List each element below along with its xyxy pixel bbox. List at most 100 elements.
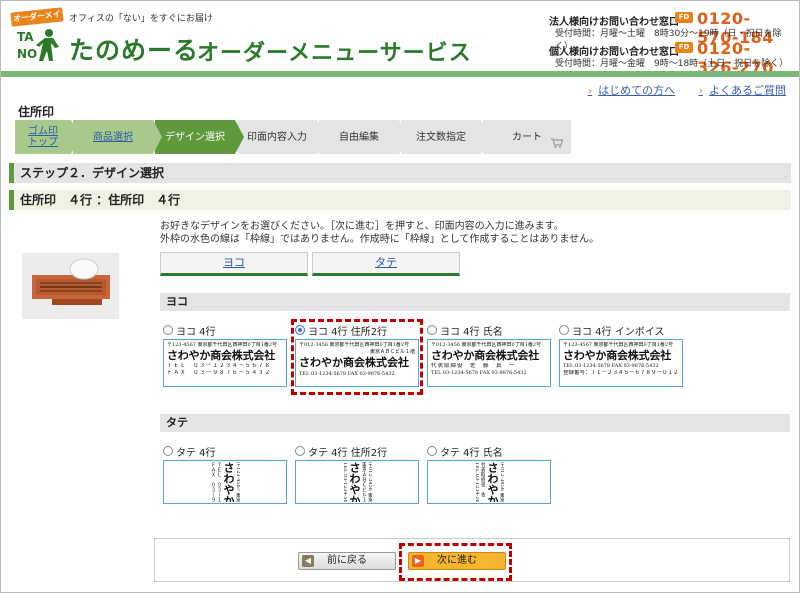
next-button-highlight — [399, 543, 512, 581]
step-label: 商品選択 — [93, 131, 133, 143]
design-preview[interactable]: 〒012-3456 東京都千代田区西神田0丁目1番2号 さわやか商会株式会社 代… — [427, 339, 551, 387]
design-option[interactable]: タテ 4行 氏名 TEL 03-1234-5678 FAX 03-9876-54… — [427, 444, 553, 504]
option-label: ヨコ 4行 氏名 — [440, 326, 503, 338]
page-title: 住所印 — [18, 105, 55, 119]
selection-highlight — [291, 319, 423, 395]
arrow-icon: › — [698, 84, 703, 97]
step-quantity: 注文数指定 — [401, 120, 490, 154]
svg-text:NO: NO — [17, 47, 37, 61]
preview-company: さわやか商会株式会社 — [222, 462, 234, 502]
design-option[interactable]: ヨコ 4行 インボイス 〒123-4567 東京都千代田区西神田0丁目1番2号 … — [559, 323, 685, 387]
preview-telfax: TEL 03-1234-5678 FAX 03-9876-5432 — [563, 363, 659, 369]
step-cart: カート — [483, 120, 571, 154]
radio-button[interactable] — [427, 325, 437, 335]
tanomail-logo-icon[interactable]: TA NO — [15, 27, 61, 63]
design-preview-vertical[interactable]: TEL 03-1234-5678 FAX 03-9876-5432 さわやか商会… — [295, 460, 419, 504]
instruction-line: 外枠の水色の線は「枠線」ではありません。作成時に「枠線」として作成することはあり… — [160, 234, 600, 245]
step-label: 印面内容入力 — [247, 131, 307, 143]
step-arrow — [153, 120, 162, 154]
preview-fax: ＦＡＸ ０３－９８７６－５４３２ — [210, 462, 215, 502]
preview-address: 〒012-3456 東京都千代田区西神田0丁目1番2号 — [499, 462, 504, 502]
contact-hours: 受付時間：月曜～金曜 9時～18時（土日・祝日を除く） — [555, 59, 789, 69]
step-heading: ステップ２．デザイン選択 — [9, 163, 791, 183]
back-button-label: 前に戻る — [327, 555, 367, 566]
design-preview[interactable]: 〒123-4567 東京都千代田区西神田0丁目1番2号 さわやか商会株式会社 T… — [559, 339, 683, 387]
step-progress: ゴム印トップ 商品選択 デザイン選択 印面内容入力 自由編集 注文数指定 カート — [15, 120, 571, 154]
step-label: ゴム印トップ — [28, 126, 58, 148]
radio-button[interactable] — [559, 325, 569, 335]
step-arrow — [399, 120, 408, 154]
preview-address: 〒123-4567 東京都千代田区西神田0丁目1番2号 — [563, 342, 674, 348]
preview-company: さわやか商会株式会社 — [563, 349, 671, 362]
orientation-tabs: ヨコ タテ — [160, 252, 462, 278]
radio-button[interactable] — [163, 446, 173, 456]
stamp-product-image — [22, 253, 119, 319]
order-made-badge: オーダーメイド — [10, 7, 64, 35]
tate-group-header: タテ — [160, 414, 790, 432]
design-preview-vertical[interactable]: TEL 03-1234-5678 FAX 03-9876-5432 代表取締役 … — [427, 460, 551, 504]
help-links: › はじめての方へ › よくあるご質問 — [568, 82, 786, 98]
header-divider — [1, 71, 799, 77]
design-option[interactable]: ヨコ 4行 〒123-4567 東京都千代田区西神田0丁目1番2号 さわやか商会… — [163, 323, 289, 387]
freedial-icon: FD — [675, 42, 693, 53]
preview-building: 東京ＡＢＣビル１階 — [361, 462, 366, 502]
service-title: オーダーメニューサービス — [197, 41, 472, 66]
corporate-contact: 法人様向けお問い合わせ窓口 FD 0120-570-184 受付時間：月曜～土曜… — [549, 9, 789, 52]
design-preview[interactable]: 〒123-4567 東京都千代田区西神田0丁目1番2号 さわやか商会株式会社 Ｔ… — [163, 339, 287, 387]
design-option[interactable]: ヨコ 4行 氏名 〒012-3456 東京都千代田区西神田0丁目1番2号 さわや… — [427, 323, 553, 387]
option-label: タテ 4行 氏名 — [440, 447, 503, 459]
step-product-select[interactable]: 商品選択 — [73, 120, 162, 154]
step-label: 注文数指定 — [416, 131, 466, 143]
step-content-input: 印面内容入力 — [237, 120, 326, 154]
faq-link[interactable]: › よくあるご質問 — [699, 84, 786, 97]
design-option[interactable]: タテ 4行 ＦＡＸ ０３－９８７６－５４３２ ＴＥＬ ０３－１２３４－５６７８ … — [163, 444, 289, 504]
design-preview-vertical[interactable]: ＦＡＸ ０３－９８７６－５４３２ ＴＥＬ ０３－１２３４－５６７８ さわやか商会… — [163, 460, 287, 504]
step-label: カート — [512, 131, 542, 143]
preview-telfax: TEL 03-1234-5678 FAX 03-9876-5432 — [342, 462, 347, 502]
step-label: 自由編集 — [339, 131, 379, 143]
instructions: お好きなデザインをお選びください。［次に進む］を押すと、印面内容の入力に進みます… — [160, 220, 599, 246]
step-arrow — [317, 120, 326, 154]
radio-button[interactable] — [427, 446, 437, 456]
back-arrow-icon: ◀ — [302, 555, 314, 567]
tab-tate[interactable]: タテ — [312, 252, 460, 276]
preview-fax: ＦＡＸ ０３－９８７６－５４３２ — [167, 370, 272, 376]
freedial-icon: FD — [675, 12, 693, 23]
design-option[interactable]: タテ 4行 住所2行 TEL 03-1234-5678 FAX 03-9876-… — [295, 444, 421, 504]
preview-tel: ＴＥＬ ０３－１２３４－５６７８ — [216, 462, 221, 502]
option-label: ヨコ 4行 インボイス — [572, 326, 665, 338]
preview-registration: 登録番号：Ｔ１－２３４５－６７８９－０１２３ — [563, 370, 679, 376]
preview-address: 〒123-4567 東京都千代田区西神田0丁目1番2号 — [235, 462, 240, 502]
preview-company: さわやか商会株式会社 — [431, 349, 539, 362]
option-label: ヨコ 4行 — [176, 326, 216, 338]
step-arrow — [235, 120, 244, 154]
radio-button[interactable] — [295, 446, 305, 456]
step-design-select: デザイン選択 — [155, 120, 244, 154]
step-arrow — [71, 120, 80, 154]
step-rubber-top[interactable]: ゴム印トップ — [15, 120, 80, 154]
step-label: デザイン選択 — [165, 131, 225, 143]
beginner-link[interactable]: › はじめての方へ — [588, 84, 675, 97]
preview-address: 〒012-3456 東京都千代田区西神田0丁目1番2号 — [367, 462, 372, 502]
site-header: オーダーメイド TA NO オフィスの「ない」をすぐにお届け たのめーる オーダ… — [1, 1, 799, 77]
svg-text:TA: TA — [17, 30, 34, 44]
back-button[interactable]: ◀ 前に戻る — [298, 552, 396, 570]
preview-telfax: TEL 03-1234-5678 FAX 03-9876-5432 — [431, 370, 527, 376]
preview-address: 〒123-4567 東京都千代田区西神田0丁目1番2号 — [167, 342, 278, 348]
personal-contact: 個人様向けお問い合わせ窓口 FD 0120-326-270 受付時間：月曜～金曜… — [549, 39, 789, 77]
product-heading: 住所印 ４行 ：住所印 ４行 — [9, 190, 791, 210]
instruction-line: お好きなデザインをお選びください。［次に進む］を押すと、印面内容の入力に進みます… — [160, 221, 564, 232]
tagline: オフィスの「ない」をすぐにお届け — [69, 14, 213, 24]
step-free-edit: 自由編集 — [319, 120, 408, 154]
brand-logo-text[interactable]: たのめーる — [69, 31, 199, 67]
beginner-link-label: はじめての方へ — [598, 84, 676, 97]
tab-yoko[interactable]: ヨコ — [160, 252, 308, 276]
preview-telfax: TEL 03-1234-5678 FAX 03-9876-5432 — [474, 462, 479, 502]
option-label: タテ 4行 住所2行 — [308, 447, 388, 459]
preview-representative: 代表取締役 佐 藤 真 一 — [480, 462, 485, 502]
cart-icon — [551, 138, 563, 148]
preview-company: さわやか商会株式会社 — [167, 349, 275, 362]
step-arrow — [481, 120, 490, 154]
radio-button[interactable] — [163, 325, 173, 335]
preview-tel: ＴＥＬ ０３－１２３４－５６７８ — [167, 363, 272, 369]
